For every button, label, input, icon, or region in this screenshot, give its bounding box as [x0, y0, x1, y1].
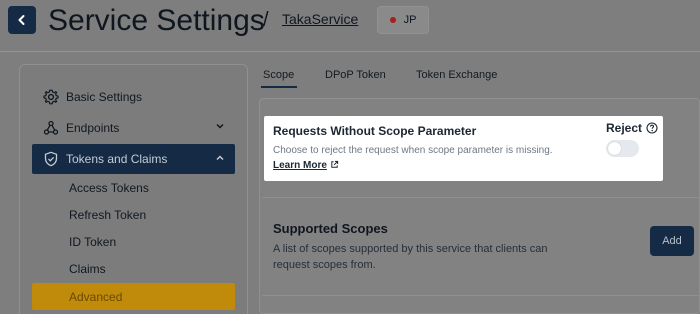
supported-scopes-title: Supported Scopes [273, 221, 388, 236]
tab-scope[interactable]: Scope [263, 69, 294, 81]
region-dot-icon [389, 17, 396, 23]
sidebar-subitem-refresh-token[interactable]: Refresh Token [69, 208, 146, 222]
sidebar-item-basic-settings[interactable]: Basic Settings [32, 83, 235, 111]
add-scope-button[interactable]: Add [650, 226, 694, 256]
tab-dpop-token[interactable]: DPoP Token [325, 69, 386, 81]
chevron-up-icon [216, 155, 224, 161]
chevron-left-icon [18, 15, 25, 25]
sidebar-item-endpoints[interactable]: Endpoints [32, 114, 235, 142]
supported-scopes-description: A list of scopes supported by this servi… [273, 243, 548, 271]
header-divider [0, 51, 700, 52]
sidebar-subitem-claims[interactable]: Claims [69, 262, 106, 276]
reject-label: Reject [606, 121, 658, 135]
sidebar-item-label: Basic Settings [66, 90, 143, 104]
sidebar: Basic Settings Endpoints Tokens and Clai… [19, 64, 248, 314]
requests-without-scope-card: Requests Without Scope Parameter Choose … [264, 116, 663, 181]
page-title: Service Settings [48, 4, 265, 37]
sidebar-item-label: Tokens and Claims [66, 152, 168, 166]
active-tab-indicator [261, 86, 297, 88]
reject-label-text: Reject [606, 121, 643, 135]
sidebar-subitem-advanced[interactable]: Advanced [32, 283, 235, 310]
webhook-icon [42, 119, 60, 137]
sidebar-item-tokens-and-claims[interactable]: Tokens and Claims [32, 144, 235, 174]
tab-token-exchange[interactable]: Token Exchange [416, 69, 497, 81]
region-label: JP [403, 14, 417, 26]
region-badge: JP [377, 6, 429, 34]
chevron-down-icon [216, 123, 224, 129]
external-link-icon [331, 160, 339, 168]
section-divider [262, 295, 700, 296]
back-button[interactable] [8, 6, 36, 34]
sidebar-subitem-id-token[interactable]: ID Token [69, 235, 116, 249]
section-divider [262, 197, 700, 198]
toggle-knob [608, 142, 621, 155]
gear-icon [42, 88, 60, 106]
requests-without-scope-title: Requests Without Scope Parameter [273, 124, 477, 138]
breadcrumb-separator: / [263, 9, 269, 31]
sidebar-item-label: Endpoints [66, 121, 120, 135]
description-text: Choose to reject the request when scope … [273, 145, 553, 156]
service-name-link[interactable]: TakaService [282, 11, 358, 27]
sidebar-subitem-access-tokens[interactable]: Access Tokens [69, 181, 149, 195]
learn-more-link[interactable]: Learn More [273, 160, 327, 171]
help-circle-icon[interactable] [646, 122, 658, 134]
shield-check-icon [42, 150, 60, 168]
reject-toggle[interactable] [606, 140, 639, 157]
requests-without-scope-description: Choose to reject the request when scope … [273, 143, 558, 173]
